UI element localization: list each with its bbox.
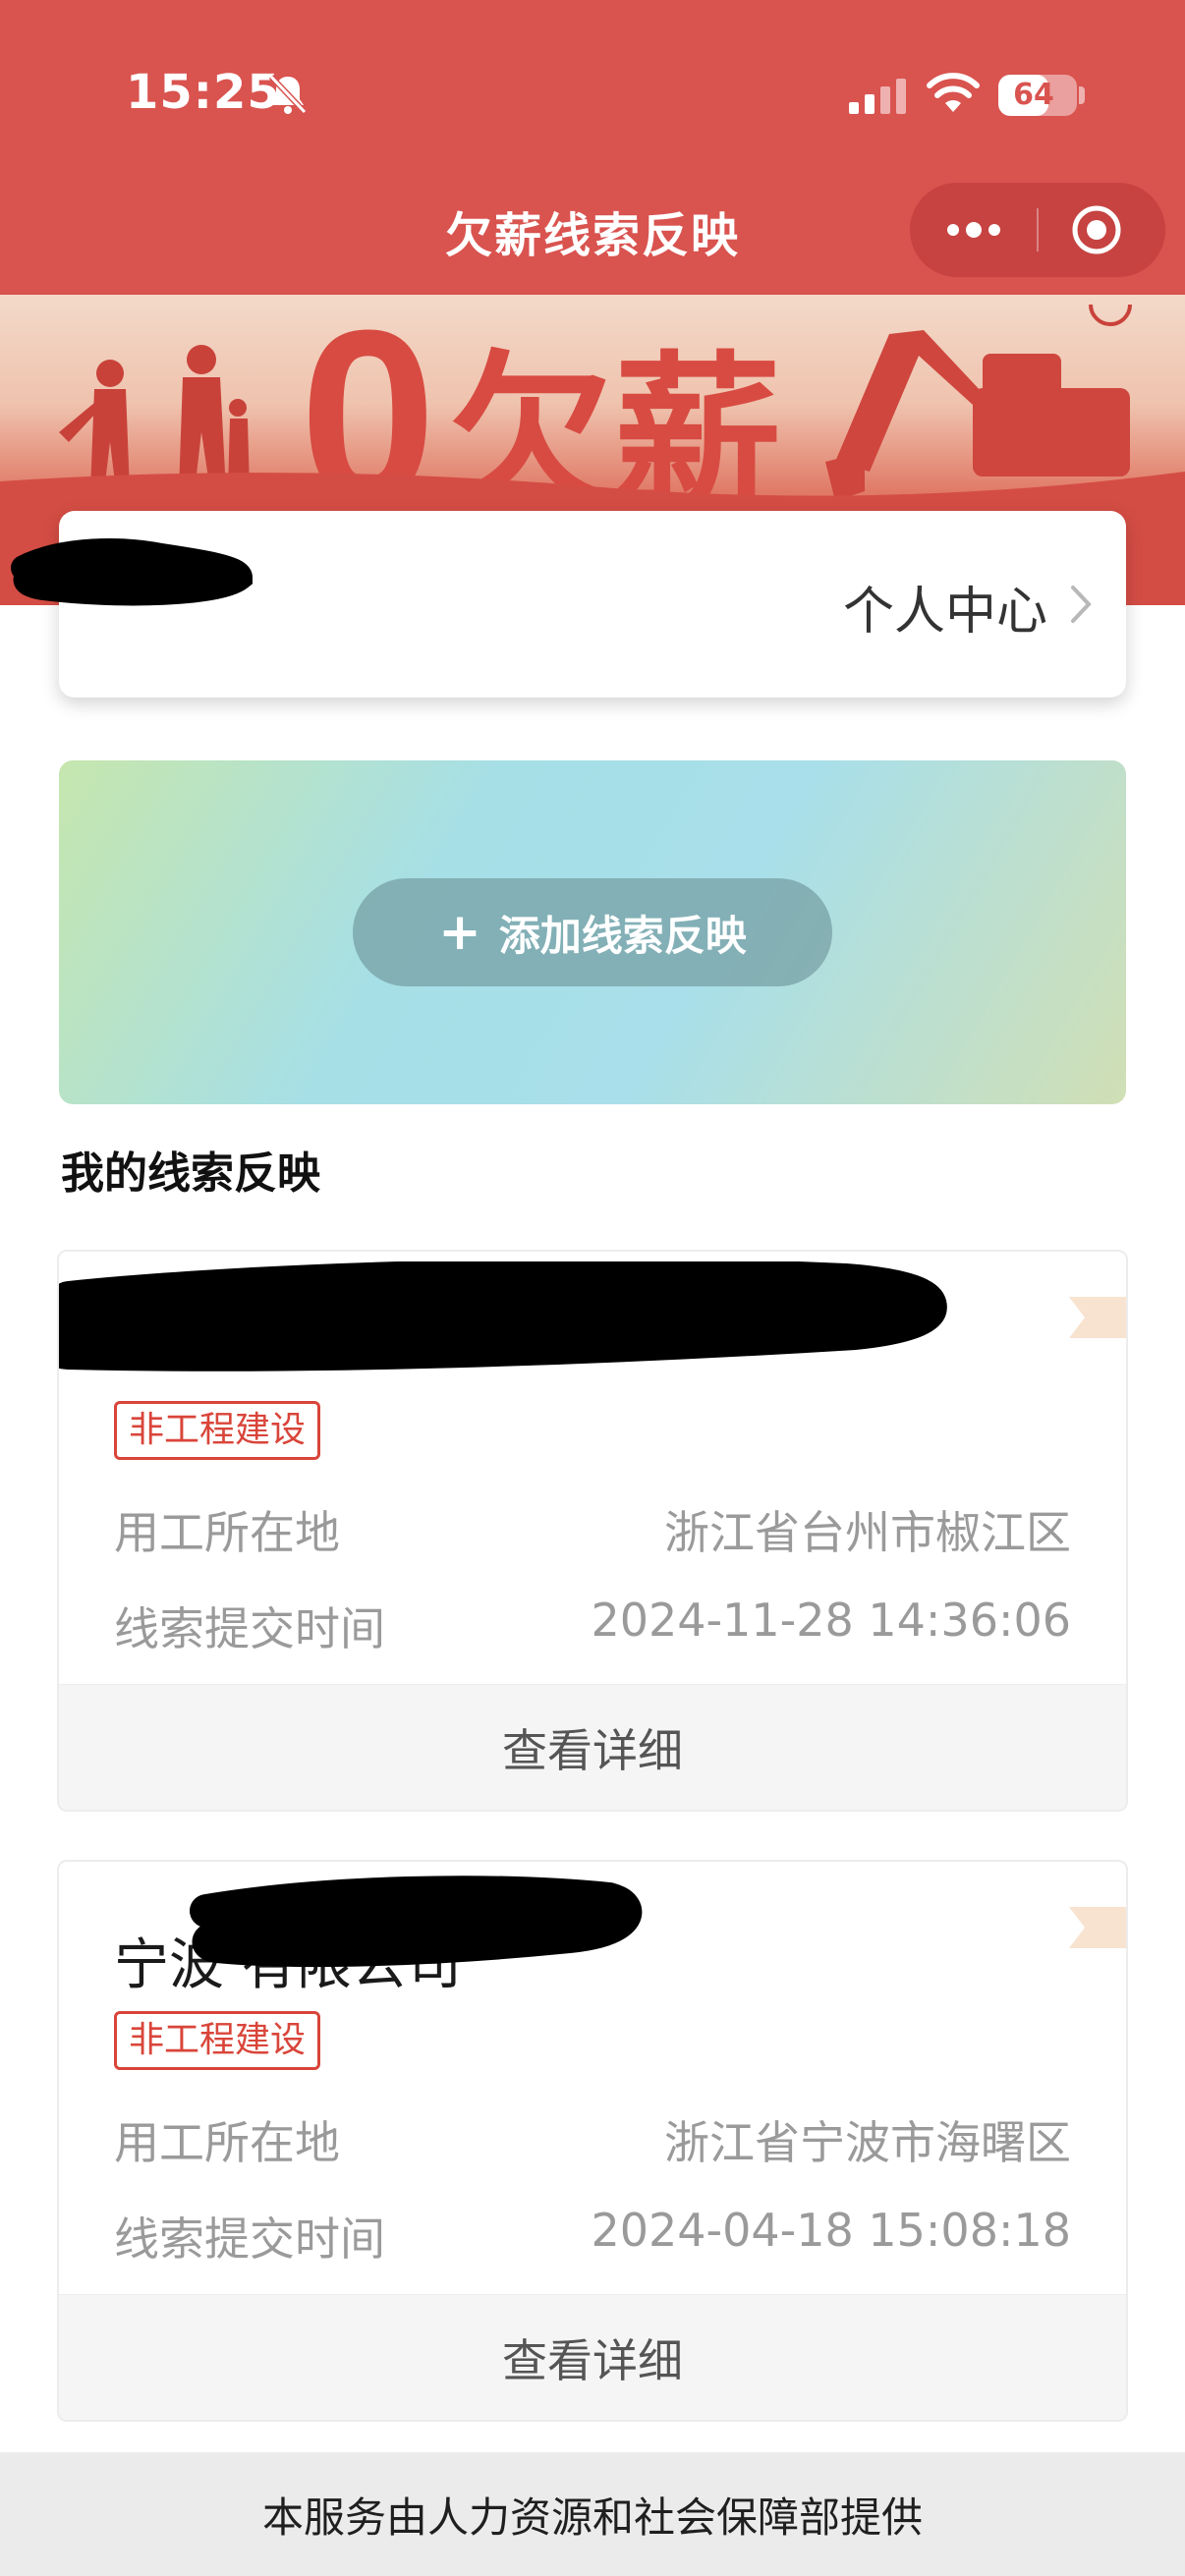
add-clue-label: 添加线索反映 (498, 911, 747, 960)
submit-time-label: 线索提交时间 (114, 2212, 385, 2266)
close-target-icon (1072, 205, 1121, 254)
battery-level: 64 (1013, 78, 1054, 112)
location-label: 用工所在地 (114, 1506, 340, 1559)
mini-program-capsule (910, 183, 1165, 277)
ribbon-icon (1069, 1297, 1126, 1338)
location-label: 用工所在地 (114, 2116, 340, 2169)
ribbon-icon (1069, 1907, 1126, 1948)
wifi-icon (927, 73, 980, 112)
signal-icon (849, 79, 906, 114)
header-bar: 15:25 64 欠薪线索反映 (0, 0, 1185, 295)
category-tag: 非工程建设 (114, 2011, 321, 2070)
clue-card[interactable]: 宁波 有限公司 非工程建设 用工所在地 浙江省宁波市海曙区 线索提交时间 202… (57, 1860, 1128, 2422)
worker-silhouettes (59, 345, 250, 491)
footer-provider-note: 本服务由人力资源和社会保障部提供 (0, 2452, 1185, 2576)
add-clue-button[interactable]: + 添加线索反映 (353, 878, 832, 986)
submit-time-value: 2024-11-28 14:36:06 (591, 1594, 1071, 1647)
redacted-company-name (59, 1261, 947, 1372)
category-tag: 非工程建设 (114, 1401, 321, 1460)
status-time: 15:25 (126, 65, 281, 120)
submit-time-value: 2024-04-18 15:08:18 (591, 2204, 1071, 2257)
close-button[interactable] (1038, 183, 1165, 277)
chevron-right-icon (1071, 586, 1092, 623)
user-card[interactable]: 个人中心 (11, 511, 1126, 698)
plus-icon: + (438, 903, 481, 962)
battery-nub (1079, 86, 1085, 104)
view-detail-button[interactable]: 查看详细 (59, 1684, 1126, 1810)
clue-card[interactable]: 非工程建设 用工所在地 浙江省台州市椒江区 线索提交时间 2024-11-28 … (57, 1250, 1128, 1812)
user-center-label[interactable]: 个人中心 (843, 570, 1047, 644)
location-value: 浙江省宁波市海曙区 (664, 2116, 1071, 2169)
add-clue-panel: + 添加线索反映 (59, 760, 1126, 1104)
bell-muted-icon (268, 74, 308, 115)
view-detail-button[interactable]: 查看详细 (59, 2294, 1126, 2420)
redacted-company-name (190, 1876, 642, 1968)
more-icon (947, 222, 1000, 238)
section-title: 我的线索反映 (61, 1148, 320, 1199)
submit-time-label: 线索提交时间 (114, 1602, 385, 1655)
more-button[interactable] (910, 183, 1038, 277)
redacted-username (11, 538, 254, 606)
excavator-silhouette (825, 330, 1130, 501)
battery-icon: 64 (998, 75, 1077, 116)
location-value: 浙江省台州市椒江区 (664, 1506, 1071, 1559)
